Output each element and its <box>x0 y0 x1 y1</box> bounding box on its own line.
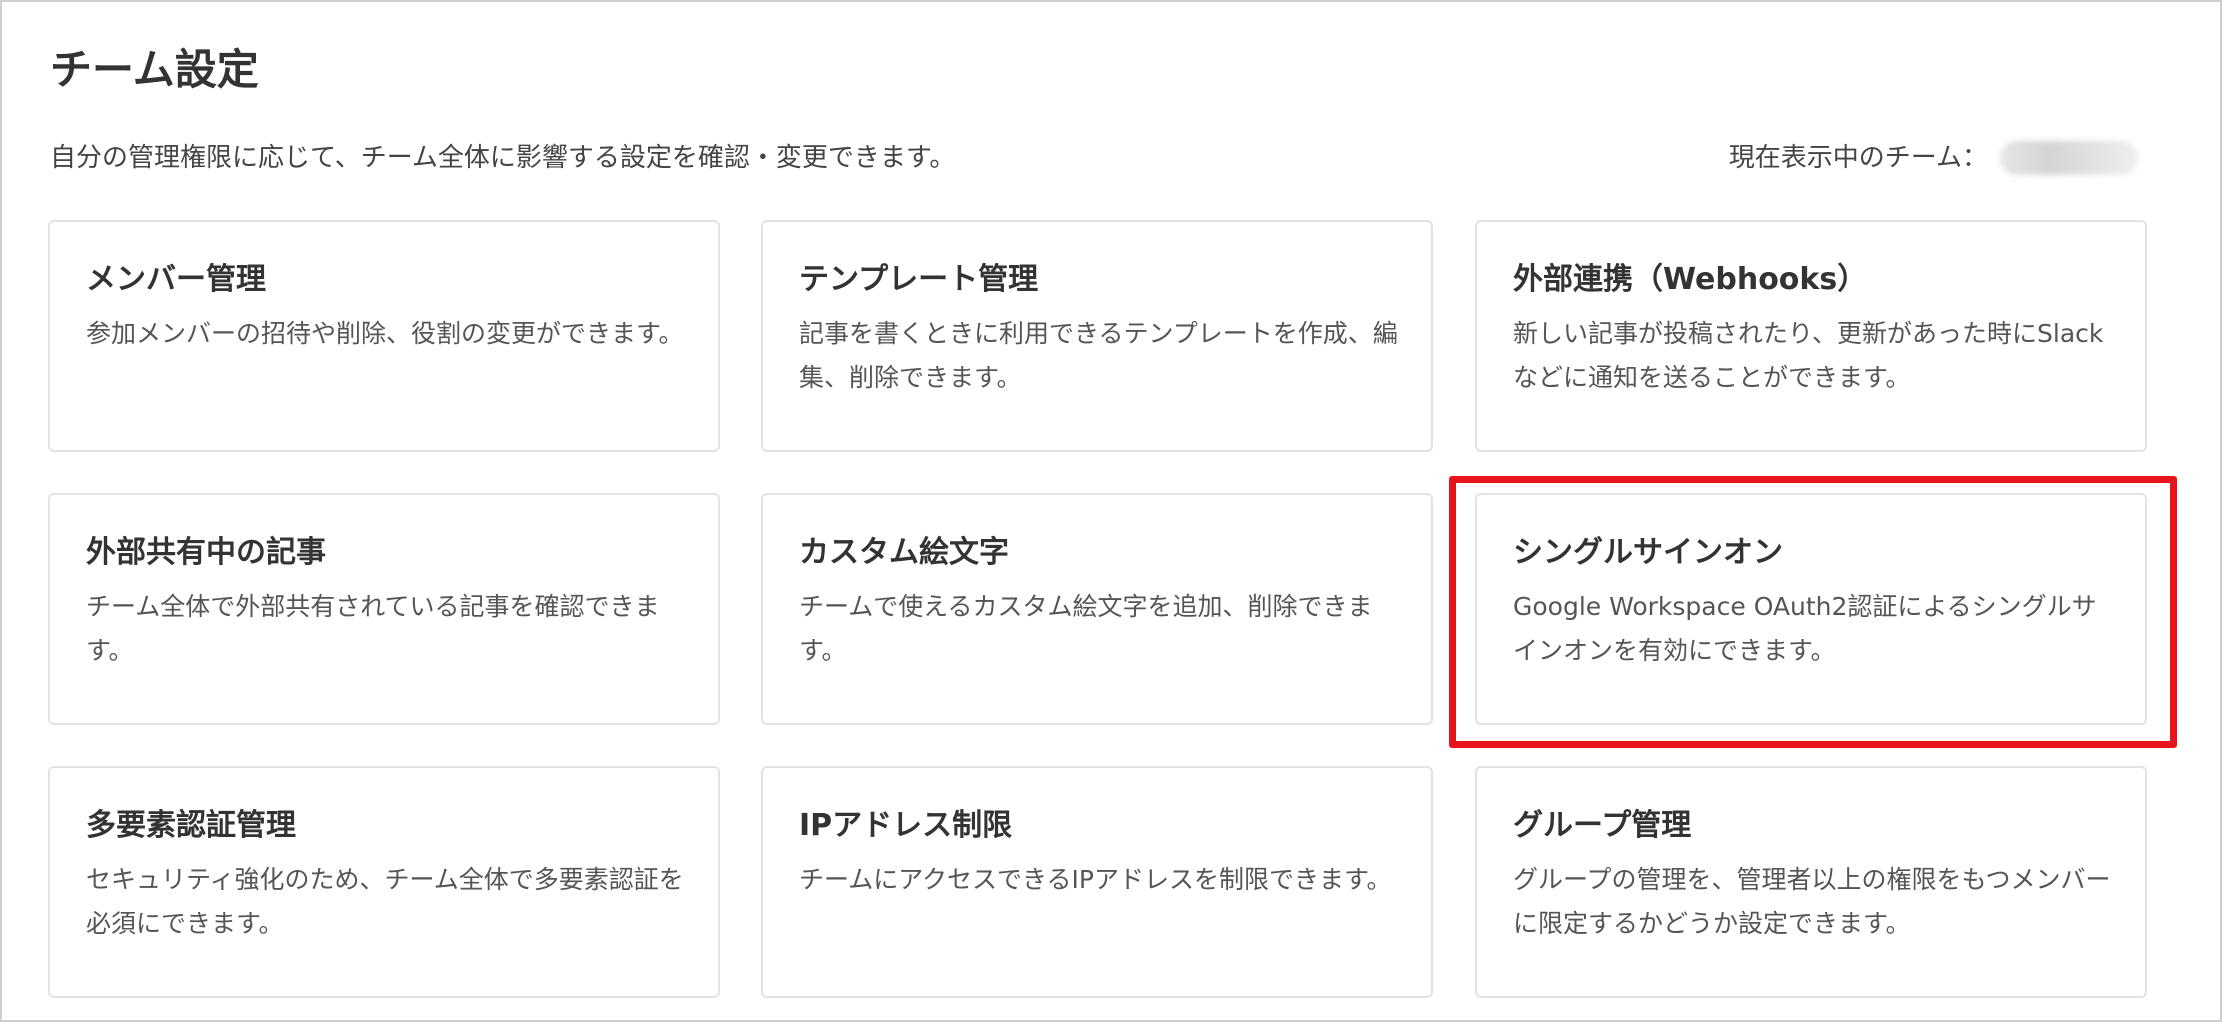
card-title: 多要素認証管理 <box>86 808 296 843</box>
card-title: グループ管理 <box>1513 808 1692 843</box>
card-description: 新しい記事が投稿されたり、更新があった時にSlackなどに通知を送ることができま… <box>1513 319 2104 392</box>
current-team-name-redacted <box>2000 141 2138 175</box>
card-description: 参加メンバーの招待や削除、役割の変更ができます。 <box>86 319 684 348</box>
card-description: チームで使えるカスタム絵文字を追加、削除できます。 <box>799 592 1373 665</box>
card-title: シングルサインオン <box>1513 535 1783 570</box>
card-single-sign-on[interactable]: シングルサインオン Google Workspace OAuth2認証によるシン… <box>1475 493 2147 725</box>
card-group-management[interactable]: グループ管理 グループの管理を、管理者以上の権限をもつメンバーに限定するかどうか… <box>1475 766 2147 998</box>
card-description: グループの管理を、管理者以上の権限をもつメンバーに限定するかどうか設定できます。 <box>1513 865 2111 938</box>
card-custom-emoji[interactable]: カスタム絵文字 チームで使えるカスタム絵文字を追加、削除できます。 <box>761 493 1433 725</box>
card-title: カスタム絵文字 <box>799 535 1009 570</box>
card-title: テンプレート管理 <box>799 262 1039 297</box>
card-member-management[interactable]: メンバー管理 参加メンバーの招待や削除、役割の変更ができます。 <box>48 220 720 452</box>
current-team-label: 現在表示中のチーム： <box>1728 143 1988 173</box>
card-ip-restriction[interactable]: IPアドレス制限 チームにアクセスできるIPアドレスを制限できます。 <box>761 766 1433 998</box>
card-mfa-management[interactable]: 多要素認証管理 セキュリティ強化のため、チーム全体で多要素認証を必須にできます。 <box>48 766 720 998</box>
card-externally-shared-articles[interactable]: 外部共有中の記事 チーム全体で外部共有されている記事を確認できます。 <box>48 493 720 725</box>
card-description: Google Workspace OAuth2認証によるシングルサインオンを有効… <box>1513 592 2097 665</box>
page-title: チーム設定 <box>50 45 259 94</box>
card-template-management[interactable]: テンプレート管理 記事を書くときに利用できるテンプレートを作成、編集、削除できま… <box>761 220 1433 452</box>
team-settings-page: チーム設定 自分の管理権限に応じて、チーム全体に影響する設定を確認・変更できます… <box>0 0 2222 1022</box>
card-title: 外部共有中の記事 <box>86 535 326 570</box>
card-description: チームにアクセスできるIPアドレスを制限できます。 <box>799 865 1392 894</box>
card-description: セキュリティ強化のため、チーム全体で多要素認証を必須にできます。 <box>86 865 684 938</box>
current-team-indicator: 現在表示中のチーム： <box>1729 140 2138 176</box>
card-description: 記事を書くときに利用できるテンプレートを作成、編集、削除できます。 <box>799 319 1398 392</box>
card-description: チーム全体で外部共有されている記事を確認できます。 <box>86 592 660 665</box>
card-title: 外部連携（Webhooks） <box>1513 262 1868 297</box>
page-description: 自分の管理権限に応じて、チーム全体に影響する設定を確認・変更できます。 <box>50 143 956 173</box>
card-webhooks[interactable]: 外部連携（Webhooks） 新しい記事が投稿されたり、更新があった時にSlac… <box>1475 220 2147 452</box>
card-title: IPアドレス制限 <box>799 808 1013 843</box>
card-title: メンバー管理 <box>86 262 266 297</box>
